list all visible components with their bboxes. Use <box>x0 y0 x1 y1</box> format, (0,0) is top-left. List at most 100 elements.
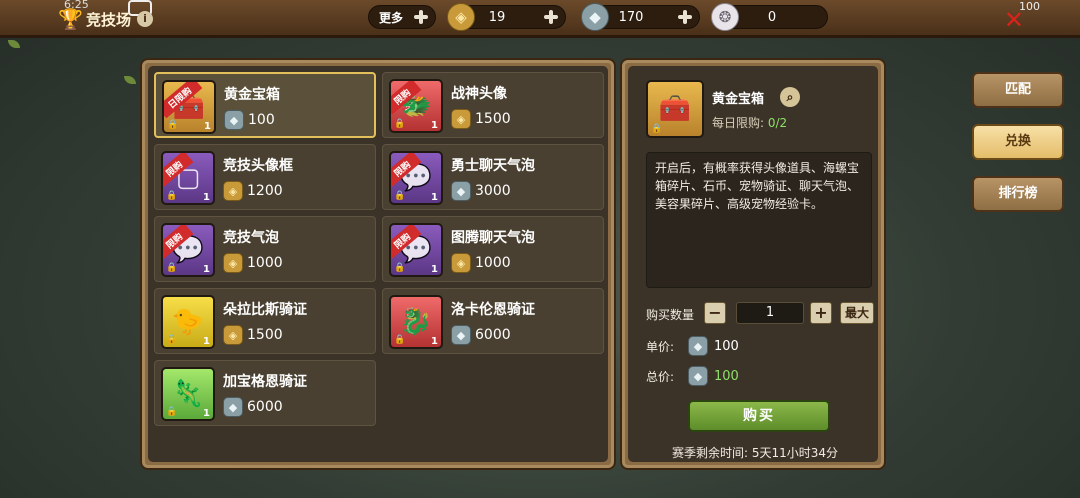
item-price-value: 1500 <box>247 327 283 343</box>
season-label: 赛季剩余时间: <box>671 446 749 460</box>
item-price-value: 1200 <box>247 183 283 199</box>
item-thumbnail: 🧰 日限购 🔒 1 <box>162 80 216 134</box>
item-price-value: 6000 <box>247 399 283 415</box>
top-bar: 6:25 🏆 竞技场 i 更多 ◈ 19 ◆ 170 ❂ 0 100 ✕ <box>0 0 1080 38</box>
gold-resource: ◈ 19 <box>447 3 566 31</box>
shop-item-card[interactable]: 🐤 🔒 1 朵拉比斯骑证 ◈ 1500 <box>154 288 376 354</box>
item-count: 1 <box>203 336 210 347</box>
buy-button[interactable]: 购买 <box>688 400 830 432</box>
crystal-icon: ◆ <box>581 3 609 31</box>
item-thumbnail: 🐉 🔒 1 <box>389 295 443 349</box>
more-button[interactable]: 更多 <box>368 5 436 29</box>
detail-item-name: 黄金宝箱 <box>712 92 765 107</box>
green-mount-icon: 🦎 <box>171 379 205 409</box>
shop-item-card[interactable]: 🧰 日限购 🔒 1 黄金宝箱 ◆ 100 <box>154 72 376 138</box>
total-price-label: 总价: <box>646 370 675 384</box>
detail-panel: 🧰 🔒 黄金宝箱 ⌕ 每日限购: 0/2 开启后，有概率获得头像道具、海螺宝箱碎… <box>620 58 886 470</box>
lock-icon: 🔒 <box>394 335 406 345</box>
item-count: 1 <box>203 264 210 275</box>
leaf-decoration <box>124 76 136 84</box>
item-count: 1 <box>431 192 438 203</box>
gold-coin-icon: ◈ <box>447 3 475 31</box>
item-name: 勇士聊天气泡 <box>451 158 535 174</box>
unit-price-value: 100 <box>714 338 739 354</box>
item-price-value: 1000 <box>475 255 511 271</box>
item-price: ◈ 1200 <box>223 181 283 201</box>
trophy-icon: 🏆 <box>58 7 83 31</box>
item-count: 1 <box>431 336 438 347</box>
page-title: 竞技场 <box>86 10 132 29</box>
lock-icon: 🔒 <box>166 263 178 273</box>
item-thumbnail: 🐤 🔒 1 <box>161 295 215 349</box>
close-icon[interactable]: ✕ <box>1004 8 1024 32</box>
shop-grid: 🧰 日限购 🔒 1 黄金宝箱 ◆ 100 🐲 限购 🔒 1 战神头像 ◈ 1500 ▢ 限购 🔒 1 竞技头像框 ◈ 1… <box>148 66 608 462</box>
gold-coin-icon: ◈ <box>223 325 243 345</box>
item-count: 1 <box>431 120 438 131</box>
item-price-value: 3000 <box>475 183 511 199</box>
item-name: 图腾聊天气泡 <box>451 230 535 246</box>
item-count: 1 <box>203 192 210 203</box>
lock-icon: 🔒 <box>394 191 406 201</box>
item-price-value: 100 <box>248 112 275 128</box>
tab-exchange[interactable]: 兑换 <box>972 124 1064 160</box>
search-icon[interactable]: ⌕ <box>780 87 800 107</box>
gold-coin-icon: ◈ <box>223 253 243 273</box>
item-price: ◈ 1000 <box>223 253 283 273</box>
item-price: ◈ 1500 <box>451 109 511 129</box>
item-name: 战神头像 <box>451 86 507 102</box>
increase-quantity-button[interactable]: + <box>810 302 832 324</box>
item-thumbnail: 💬 限购 🔒 1 <box>389 223 443 277</box>
item-thumbnail: ▢ 限购 🔒 1 <box>161 151 215 205</box>
item-count: 1 <box>203 408 210 419</box>
crystal-icon: ◆ <box>223 397 243 417</box>
unit-price: ◆ 100 <box>688 336 739 356</box>
crystal-icon: ◆ <box>688 366 708 386</box>
crystal-resource: ◆ 170 <box>581 3 700 31</box>
item-thumbnail: 💬 限购 🔒 1 <box>389 151 443 205</box>
quantity-input[interactable]: 1 <box>736 302 804 324</box>
shop-item-card[interactable]: 🐉 🔒 1 洛卡伦恩骑证 ◆ 6000 <box>382 288 604 354</box>
shop-item-card[interactable]: 💬 限购 🔒 1 勇士聊天气泡 ◆ 3000 <box>382 144 604 210</box>
item-name: 加宝格恩骑证 <box>223 374 307 390</box>
season-remaining: 赛季剩余时间: 5天11小时34分 <box>628 444 882 461</box>
lock-icon: 🔒 <box>167 120 179 130</box>
shell-icon: ❂ <box>711 3 739 31</box>
detail-item-thumbnail: 🧰 🔒 <box>646 80 704 138</box>
info-icon[interactable]: i <box>137 11 154 27</box>
item-name: 洛卡伦恩骑证 <box>451 302 535 318</box>
item-price: ◈ 1500 <box>223 325 283 345</box>
gold-coin-icon: ◈ <box>451 109 471 129</box>
shop-item-card[interactable]: 💬 限购 🔒 1 图腾聊天气泡 ◈ 1000 <box>382 216 604 282</box>
lock-icon: 🔒 <box>166 407 178 417</box>
item-price-value: 1000 <box>247 255 283 271</box>
crystal-icon: ◆ <box>688 336 708 356</box>
season-value: 5天11小时34分 <box>751 446 839 460</box>
tab-match[interactable]: 匹配 <box>972 72 1064 108</box>
total-price-value: 100 <box>714 368 739 384</box>
item-description: 开启后，有概率获得头像道具、海螺宝箱碎片、石币、宠物骑证、聊天气泡、美容果碎片、… <box>646 152 872 288</box>
tab-leaderboard[interactable]: 排行榜 <box>972 176 1064 212</box>
daily-limit: 每日限购: 0/2 <box>712 114 787 131</box>
crystal-icon: ◆ <box>224 110 244 130</box>
treasure-chest-icon: 🧰 <box>658 94 692 124</box>
shop-item-card[interactable]: 🦎 🔒 1 加宝格恩骑证 ◆ 6000 <box>154 360 376 426</box>
shop-item-card[interactable]: ▢ 限购 🔒 1 竞技头像框 ◈ 1200 <box>154 144 376 210</box>
lock-icon: 🔒 <box>394 263 406 273</box>
unit-price-label: 单价: <box>646 340 675 354</box>
crystal-icon: ◆ <box>451 181 471 201</box>
crystal-icon: ◆ <box>451 325 471 345</box>
yellow-mount-icon: 🐤 <box>171 307 205 337</box>
shop-item-card[interactable]: 💬 限购 🔒 1 竞技气泡 ◈ 1000 <box>154 216 376 282</box>
item-price: ◆ 6000 <box>451 325 511 345</box>
shop-item-card[interactable]: 🐲 限购 🔒 1 战神头像 ◈ 1500 <box>382 72 604 138</box>
add-gold-button[interactable] <box>541 7 561 27</box>
max-quantity-button[interactable]: 最大 <box>840 302 874 324</box>
red-mount-icon: 🐉 <box>399 307 433 337</box>
item-price-value: 6000 <box>475 327 511 343</box>
item-price-value: 1500 <box>475 111 511 127</box>
decrease-quantity-button[interactable]: − <box>704 302 726 324</box>
more-label: 更多 <box>379 10 404 25</box>
item-name: 竞技头像框 <box>223 158 293 174</box>
shell-resource: ❂ 0 <box>711 3 828 31</box>
add-crystal-button[interactable] <box>675 7 695 27</box>
